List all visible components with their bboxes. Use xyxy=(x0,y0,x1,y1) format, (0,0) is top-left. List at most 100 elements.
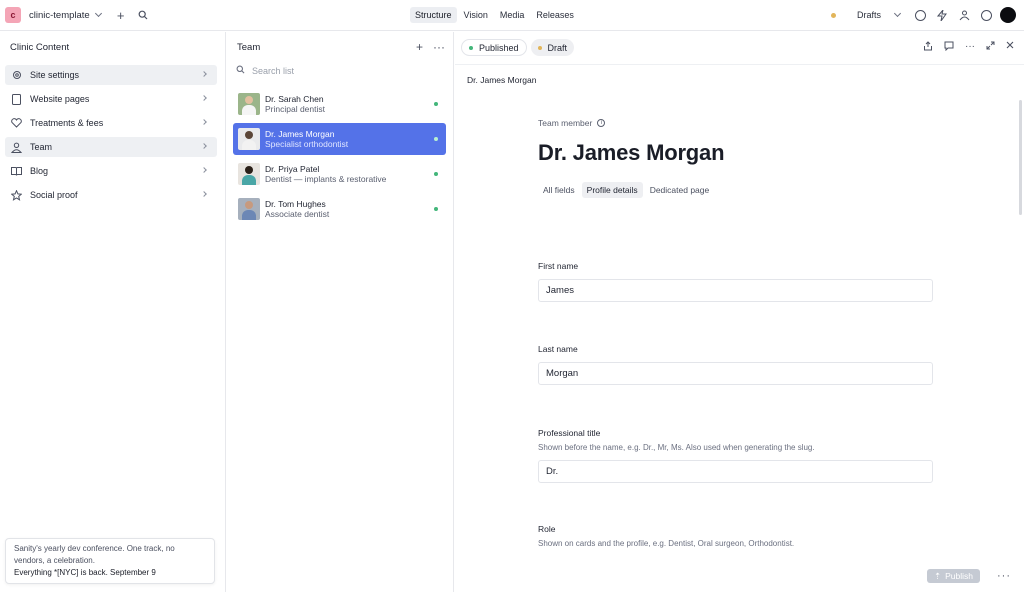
document-list-pane: Team + ··· Dr. Sarah Chen Principal dent… xyxy=(227,32,454,592)
search-input[interactable] xyxy=(252,65,432,76)
structure-pane: Clinic Content Site settings Website pag… xyxy=(0,32,226,592)
avatar xyxy=(238,163,260,185)
promo-headline: Everything *[NYC] is back. September 9 xyxy=(14,568,156,577)
draft-status-dot xyxy=(830,12,836,18)
professional-title-input[interactable]: Dr. xyxy=(538,460,933,483)
published-status-dot xyxy=(469,45,473,50)
draft-status-dot xyxy=(537,45,542,50)
tab-profile-details[interactable]: Profile details xyxy=(581,182,643,198)
close-icon[interactable] xyxy=(1006,41,1014,54)
sidebar-item-team[interactable]: Team xyxy=(5,137,217,157)
search-icon[interactable] xyxy=(135,7,151,23)
user-icon xyxy=(11,142,22,153)
first-name-input[interactable]: James xyxy=(538,279,933,302)
list-item[interactable]: Dr. Sarah Chen Principal dentist xyxy=(233,88,446,120)
nav-vision[interactable]: Vision xyxy=(459,7,493,23)
first-name-field: First name James xyxy=(538,261,933,302)
chevron-right-icon xyxy=(201,143,207,149)
share-icon[interactable] xyxy=(923,41,933,54)
tasks-icon[interactable] xyxy=(912,7,928,23)
project-switcher[interactable]: c clinic-template xyxy=(5,7,102,23)
chevron-right-icon xyxy=(201,167,207,173)
main-nav: Structure Vision Media Releases xyxy=(410,7,581,23)
sidebar-item-blog[interactable]: Blog xyxy=(5,161,217,181)
publish-button[interactable]: ⇡ Publish xyxy=(926,569,980,583)
list-item[interactable]: Dr. Tom Hughes Associate dentist xyxy=(233,193,446,225)
professional-title-field: Professional title Shown before the name… xyxy=(538,428,933,483)
tab-all-fields[interactable]: All fields xyxy=(538,182,580,198)
bolt-icon[interactable] xyxy=(934,7,950,23)
published-status-dot xyxy=(434,102,438,106)
list-item[interactable]: Dr. Priya Patel Dentist — implants & res… xyxy=(233,158,446,190)
field-label: Role xyxy=(538,524,556,534)
users-icon[interactable] xyxy=(956,7,972,23)
item-title: Dr. Priya Patel xyxy=(265,163,320,174)
topbar-actions: Drafts xyxy=(825,6,1016,24)
breadcrumb: Dr. James Morgan xyxy=(467,75,537,85)
document-editor-pane: Published Draft ··· Dr. James Morgan Tea… xyxy=(455,32,1024,592)
item-subtitle: Dentist — implants & restorative xyxy=(265,173,387,184)
avatar xyxy=(238,128,260,150)
published-tab[interactable]: Published xyxy=(461,39,527,56)
last-name-field: Last name Morgan xyxy=(538,344,933,385)
avatar xyxy=(238,93,260,115)
sidebar-item-label: Team xyxy=(30,142,53,152)
comment-icon[interactable] xyxy=(944,41,954,54)
more-icon[interactable]: ··· xyxy=(433,40,445,54)
field-label: Last name xyxy=(538,344,578,354)
field-group-tabs: All fields Profile details Dedicated pag… xyxy=(538,182,933,198)
chevron-right-icon xyxy=(201,119,207,125)
top-bar: c clinic-template + Structure Vision Med… xyxy=(0,0,1024,31)
nav-media[interactable]: Media xyxy=(495,7,530,23)
nav-releases[interactable]: Releases xyxy=(531,7,579,23)
item-title: Dr. Sarah Chen xyxy=(265,93,324,104)
published-status-dot xyxy=(434,172,438,176)
last-name-input[interactable]: Morgan xyxy=(538,362,933,385)
role-field: Role Shown on cards and the profile, e.g… xyxy=(538,524,933,548)
promo-banner[interactable]: Sanity's yearly dev conference. One trac… xyxy=(5,538,215,584)
sidebar-item-label: Treatments & fees xyxy=(30,118,104,128)
project-name: clinic-template xyxy=(29,9,90,21)
published-status-dot xyxy=(434,137,438,141)
sidebar-item-website-pages[interactable]: Website pages xyxy=(5,89,217,109)
item-title: Dr. James Morgan xyxy=(265,128,335,139)
sidebar-item-site-settings[interactable]: Site settings xyxy=(5,65,217,85)
expand-icon[interactable] xyxy=(986,41,995,54)
document-actions: ··· xyxy=(923,41,1014,54)
draft-label: Draft xyxy=(547,42,568,53)
chevron-right-icon xyxy=(201,71,207,77)
field-label: Professional title xyxy=(538,428,601,438)
more-icon[interactable]: ··· xyxy=(997,570,1011,582)
plus-icon[interactable]: + xyxy=(113,7,129,23)
draft-tab[interactable]: Draft xyxy=(530,39,575,56)
pane-actions: + ··· xyxy=(416,40,445,54)
published-status-dot xyxy=(434,207,438,211)
nav-structure[interactable]: Structure xyxy=(410,7,457,23)
star-icon xyxy=(11,189,22,201)
book-icon xyxy=(11,166,22,177)
document-form: Team member i Dr. James Morgan All field… xyxy=(538,118,933,548)
avatar[interactable] xyxy=(1000,7,1016,23)
perspective-select[interactable]: Drafts xyxy=(825,6,906,24)
scrollbar[interactable] xyxy=(1019,100,1022,215)
sidebar-item-social-proof[interactable]: Social proof xyxy=(5,185,217,205)
more-icon[interactable]: ··· xyxy=(965,41,975,54)
list-item[interactable]: Dr. James Morgan Specialist orthodontist xyxy=(233,123,446,155)
structure-menu: Site settings Website pages Treatments &… xyxy=(5,65,217,209)
avatar xyxy=(238,198,260,220)
info-icon[interactable]: i xyxy=(597,119,606,127)
promo-text: Sanity's yearly dev conference. One trac… xyxy=(14,544,175,565)
heart-icon xyxy=(11,118,22,129)
plus-icon[interactable]: + xyxy=(416,40,423,54)
document-list: Dr. Sarah Chen Principal dentist Dr. Jam… xyxy=(233,88,446,228)
pane-title: Clinic Content xyxy=(10,42,70,53)
help-icon[interactable] xyxy=(978,7,994,23)
version-tabs: Published Draft xyxy=(461,39,575,56)
sidebar-item-treatments[interactable]: Treatments & fees xyxy=(5,113,217,133)
sidebar-item-label: Website pages xyxy=(30,94,90,104)
tab-dedicated-page[interactable]: Dedicated page xyxy=(645,182,715,198)
field-label: First name xyxy=(538,261,579,271)
chevron-right-icon xyxy=(201,95,207,101)
field-description: Shown before the name, e.g. Dr., Mr, Ms.… xyxy=(538,443,815,452)
publish-icon: ⇡ xyxy=(933,570,942,581)
